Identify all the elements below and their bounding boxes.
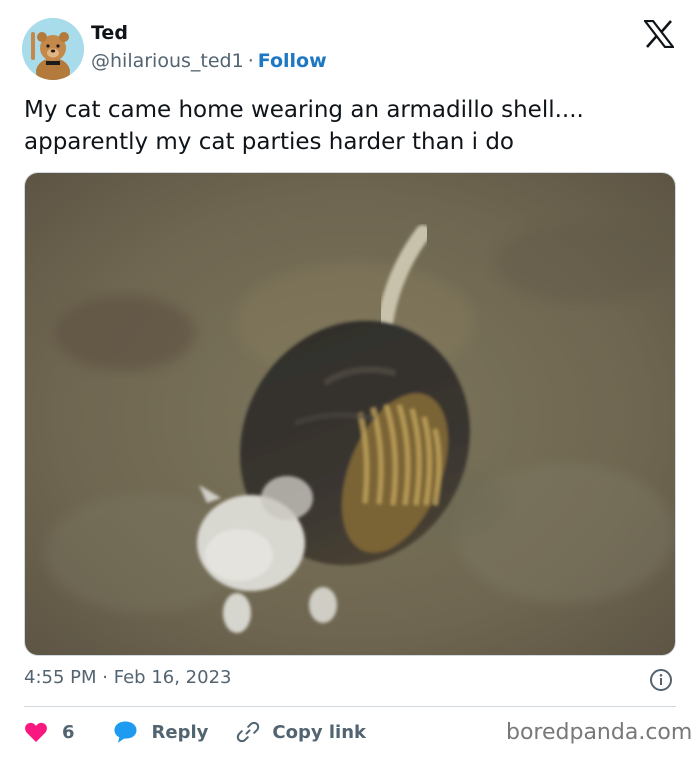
display-name[interactable]: Ted xyxy=(91,22,128,44)
tweet-text-line: apparently my cat parties harder than i … xyxy=(24,129,514,155)
reply-label: Reply xyxy=(151,721,209,743)
follow-button[interactable]: Follow xyxy=(258,50,327,72)
tweet-card: Ted @hilarious_ted1 · Follow My cat came h… xyxy=(0,0,700,759)
copy-link-button[interactable]: Copy link xyxy=(236,720,366,744)
link-icon xyxy=(237,721,260,743)
handle-row: @hilarious_ted1 · Follow xyxy=(91,50,327,72)
source-watermark: boredpanda.com xyxy=(506,720,693,745)
cat-in-armadillo-shell-photo xyxy=(25,173,675,655)
tweet-date: Feb 16, 2023 xyxy=(113,667,232,688)
like-count: 6 xyxy=(62,721,75,743)
action-bar: 6 Reply Copy link xyxy=(24,716,366,748)
tweet-text-line: My cat came home wearing an armadillo sh… xyxy=(24,97,584,123)
x-logo-icon[interactable] xyxy=(644,20,674,48)
tweet-text: My cat came home wearing an armadillo sh… xyxy=(24,94,674,158)
reply-button[interactable]: Reply xyxy=(113,720,209,744)
heart-icon xyxy=(25,722,47,742)
tweet-photo[interactable] xyxy=(24,172,676,656)
user-handle[interactable]: @hilarious_ted1 xyxy=(91,50,244,72)
divider xyxy=(24,706,676,707)
tweet-timestamp[interactable]: 4:55 PM · Feb 16, 2023 xyxy=(24,667,231,688)
separator-dot: · xyxy=(102,667,108,688)
separator-dot: · xyxy=(247,50,254,72)
speech-bubble-icon xyxy=(114,721,137,743)
like-button[interactable]: 6 xyxy=(24,721,75,743)
tweet-time: 4:55 PM xyxy=(24,667,97,688)
avatar[interactable] xyxy=(22,18,84,80)
copy-link-label: Copy link xyxy=(272,721,366,743)
teddy-bear-avatar-image xyxy=(22,18,84,80)
info-icon[interactable] xyxy=(649,668,673,692)
